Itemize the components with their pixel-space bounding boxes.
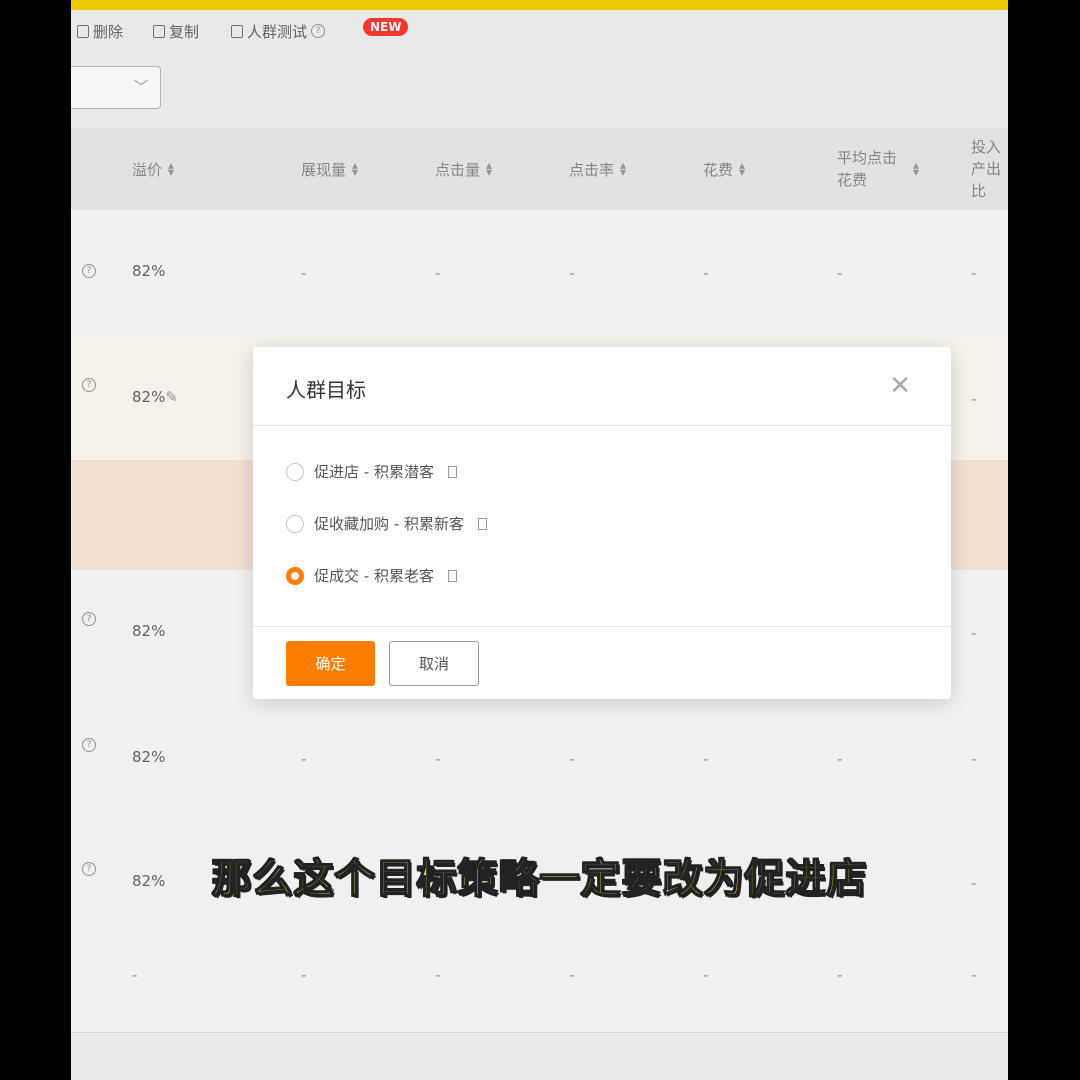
option-label: 促成交 - 积累老客	[314, 567, 434, 585]
radio-button[interactable]	[286, 514, 304, 533]
radio-button-selected[interactable]	[286, 566, 304, 585]
option-conversion[interactable]: 促成交 - 积累老客	[286, 565, 457, 586]
option-label: 促收藏加购 - 积累新客	[314, 515, 464, 533]
crowd-target-dialog: 人群目标 ✕ 促进店 - 积累潜客 促收藏加购 - 积累新客 促成交 - 积累老…	[253, 347, 951, 699]
close-icon[interactable]: ✕	[889, 371, 911, 401]
radio-button[interactable]	[286, 462, 304, 481]
confirm-button[interactable]: 确定	[286, 641, 375, 686]
info-icon	[477, 517, 487, 530]
dialog-title: 人群目标	[286, 378, 366, 402]
option-store-visit[interactable]: 促进店 - 积累潜客	[286, 461, 457, 482]
info-icon	[447, 569, 457, 582]
video-subtitle: 那么这个目标策略一定要改为促进店	[211, 855, 868, 903]
option-label: 促进店 - 积累潜客	[314, 463, 434, 481]
divider	[253, 425, 951, 426]
cancel-button[interactable]: 取消	[389, 641, 479, 686]
screen-frame: 删除 复制 人群测试 ? NEW ﹀ 溢价 ▴ ▾ 展现量 ▴ ▾ 点击量 ▴ ▾ 点…	[71, 0, 1008, 1080]
info-icon	[447, 465, 457, 478]
option-favorite-cart[interactable]: 促收藏加购 - 积累新客	[286, 513, 487, 534]
divider	[253, 626, 951, 627]
